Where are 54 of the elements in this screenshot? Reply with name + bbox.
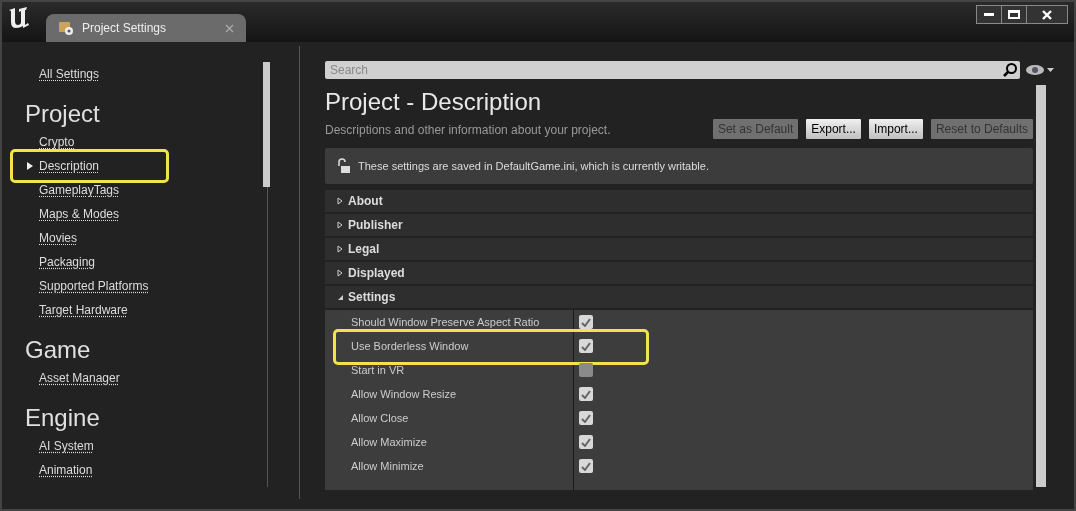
sidebar-link[interactable]: Crypto — [39, 133, 75, 151]
search-field[interactable]: Search — [325, 61, 1020, 79]
sidebar-link[interactable]: Animation — [39, 461, 93, 479]
sidebar-heading: Project — [25, 99, 101, 129]
scrollbar-thumb[interactable] — [263, 62, 270, 187]
property-label: Start in VR — [350, 362, 406, 378]
checkbox[interactable] — [579, 363, 593, 377]
sidebar-link[interactable]: Asset Manager — [39, 369, 120, 387]
property-label: Should Window Preserve Aspect Ratio — [350, 314, 541, 330]
tab-title: Project Settings — [82, 20, 168, 37]
property-label: Use Borderless Window — [350, 338, 470, 354]
checkbox[interactable] — [579, 315, 593, 329]
page-description: Descriptions and other information about your project. — [325, 122, 611, 139]
notice-text: These settings are saved in DefaultGame.ini, which is currently writable. — [358, 158, 709, 174]
toolbar-button[interactable]: Import... — [868, 119, 923, 139]
sidebar-link[interactable]: Movies — [39, 229, 77, 247]
sidebar-link[interactable]: Packaging — [39, 253, 96, 271]
property-label: Allow Minimize — [350, 458, 425, 474]
toolbar-button[interactable]: Export... — [806, 119, 861, 139]
category-header[interactable]: Publisher — [325, 214, 1033, 236]
search-icon[interactable] — [1002, 62, 1018, 78]
checkbox[interactable] — [579, 435, 593, 449]
close-icon[interactable] — [225, 23, 234, 33]
minimize-button[interactable] — [976, 5, 1002, 24]
property-label: Allow Close — [350, 410, 410, 426]
checkbox[interactable] — [579, 339, 593, 353]
category-header[interactable]: Legal — [325, 238, 1033, 260]
folder-gear-icon — [58, 20, 74, 36]
sidebar-link[interactable]: Supported Platforms — [39, 277, 149, 295]
logo-icon — [7, 7, 31, 29]
property-label: Allow Maximize — [350, 434, 428, 450]
property-label: Allow Window Resize — [350, 386, 458, 402]
sidebar-link[interactable]: All Settings — [39, 65, 100, 83]
checkbox[interactable] — [579, 411, 593, 425]
eye-dropdown-icon[interactable] — [1026, 64, 1054, 76]
maximize-button[interactable] — [1002, 5, 1027, 24]
sidebar-link[interactable]: GameplayTags — [39, 181, 120, 199]
sidebar-link[interactable]: Target Hardware — [39, 301, 128, 319]
sidebar-heading: Engine — [25, 403, 101, 433]
category-header[interactable]: About — [325, 190, 1033, 212]
unlock-icon — [337, 158, 351, 174]
scrollbar-thumb[interactable] — [1036, 85, 1046, 487]
checkbox[interactable] — [579, 459, 593, 473]
page-title: Project - Description — [325, 87, 543, 117]
sidebar-link[interactable]: AI System — [39, 437, 94, 455]
sidebar-link[interactable]: Description — [39, 157, 100, 175]
category-header[interactable]: Displayed — [325, 262, 1033, 284]
window-tab[interactable]: Project Settings — [46, 14, 246, 42]
checkbox[interactable] — [579, 387, 593, 401]
sidebar-heading: Game — [25, 335, 92, 365]
close-icon — [1041, 8, 1053, 21]
close-button[interactable] — [1027, 5, 1068, 24]
sidebar-link[interactable]: Maps & Modes — [39, 205, 120, 223]
category-header[interactable]: Settings — [325, 286, 1033, 308]
